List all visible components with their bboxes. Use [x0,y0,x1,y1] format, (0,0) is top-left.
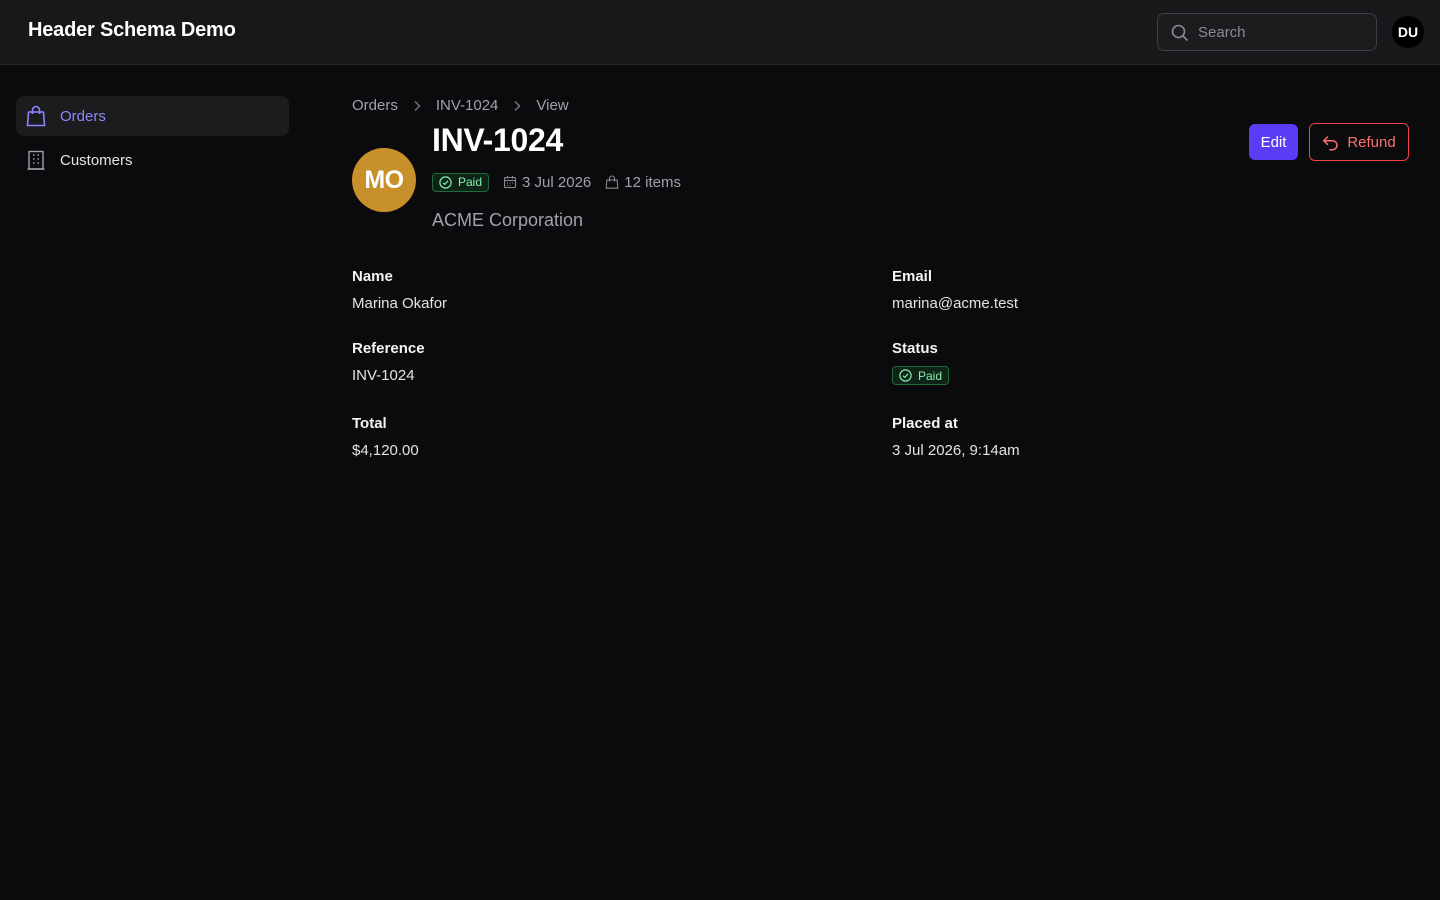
field-email: Email marina@acme.test [892,268,1018,312]
shopping-bag-icon [26,105,46,127]
field-value: Marina Okafor [352,295,448,312]
check-circle-icon [899,369,912,382]
record-date-text: 3 Jul 2026 [522,173,592,191]
undo-arrow-icon [1322,134,1339,151]
shopping-bag-icon [605,175,619,189]
field-label: Total [352,415,387,432]
record-items-text: 12 items [624,173,681,191]
top-bar: Header Schema Demo DU [0,0,1440,65]
field-status: Status Paid [892,340,950,387]
search-icon [1171,24,1189,42]
field-label: Placed at [892,415,958,432]
field-label: Name [352,268,393,285]
sidebar: Orders Customers [16,96,289,184]
breadcrumb-invoice[interactable]: INV-1024 [436,97,499,114]
record-meta: Paid 3 Jul 2026 12 items [432,172,681,192]
field-name: Name Marina Okafor [352,268,447,312]
sidebar-item-orders[interactable]: Orders [16,96,289,136]
field-label: Status [892,340,938,357]
field-reference: Reference INV-1024 [352,340,425,384]
record-items: 12 items [605,174,681,191]
check-circle-icon [439,175,452,189]
record-avatar: MO [352,148,416,212]
field-value: INV-1024 [352,367,415,384]
breadcrumb-orders[interactable]: Orders [352,97,398,114]
calendar-icon [503,175,517,189]
status-badge-label: Paid [918,368,943,383]
status-badge: Paid [892,366,950,385]
record-date: 3 Jul 2026 [503,174,591,191]
status-badge-label: Paid [458,175,483,189]
user-avatar[interactable]: DU [1392,16,1424,48]
field-value: marina@acme.test [892,295,1019,312]
field-total: Total $4,120.00 [352,415,419,459]
chevron-right-icon [398,100,436,112]
sidebar-item-label: Orders [60,107,106,125]
breadcrumb-view: View [536,97,569,114]
field-placed-at: Placed at 3 Jul 2026, 9:14am [892,415,1020,459]
page-title: INV-1024 [432,122,564,158]
app-title: Header Schema Demo [28,19,236,41]
edit-button[interactable]: Edit [1249,124,1298,160]
building-icon [26,149,46,171]
field-label: Reference [352,340,425,357]
field-value: 3 Jul 2026, 9:14am [892,442,1020,459]
search-input[interactable] [1198,14,1368,50]
sidebar-item-customers[interactable]: Customers [16,140,289,180]
sidebar-item-label: Customers [60,151,133,169]
field-value: $4,120.00 [352,442,419,459]
refund-button-label: Refund [1347,133,1396,151]
breadcrumb: Orders INV-1024 View [352,97,569,114]
search-box[interactable] [1157,13,1377,51]
refund-button[interactable]: Refund [1309,123,1409,161]
field-label: Email [892,268,933,285]
record-subtitle: ACME Corporation [432,210,584,230]
status-badge: Paid [432,172,490,192]
chevron-right-icon [498,100,536,112]
